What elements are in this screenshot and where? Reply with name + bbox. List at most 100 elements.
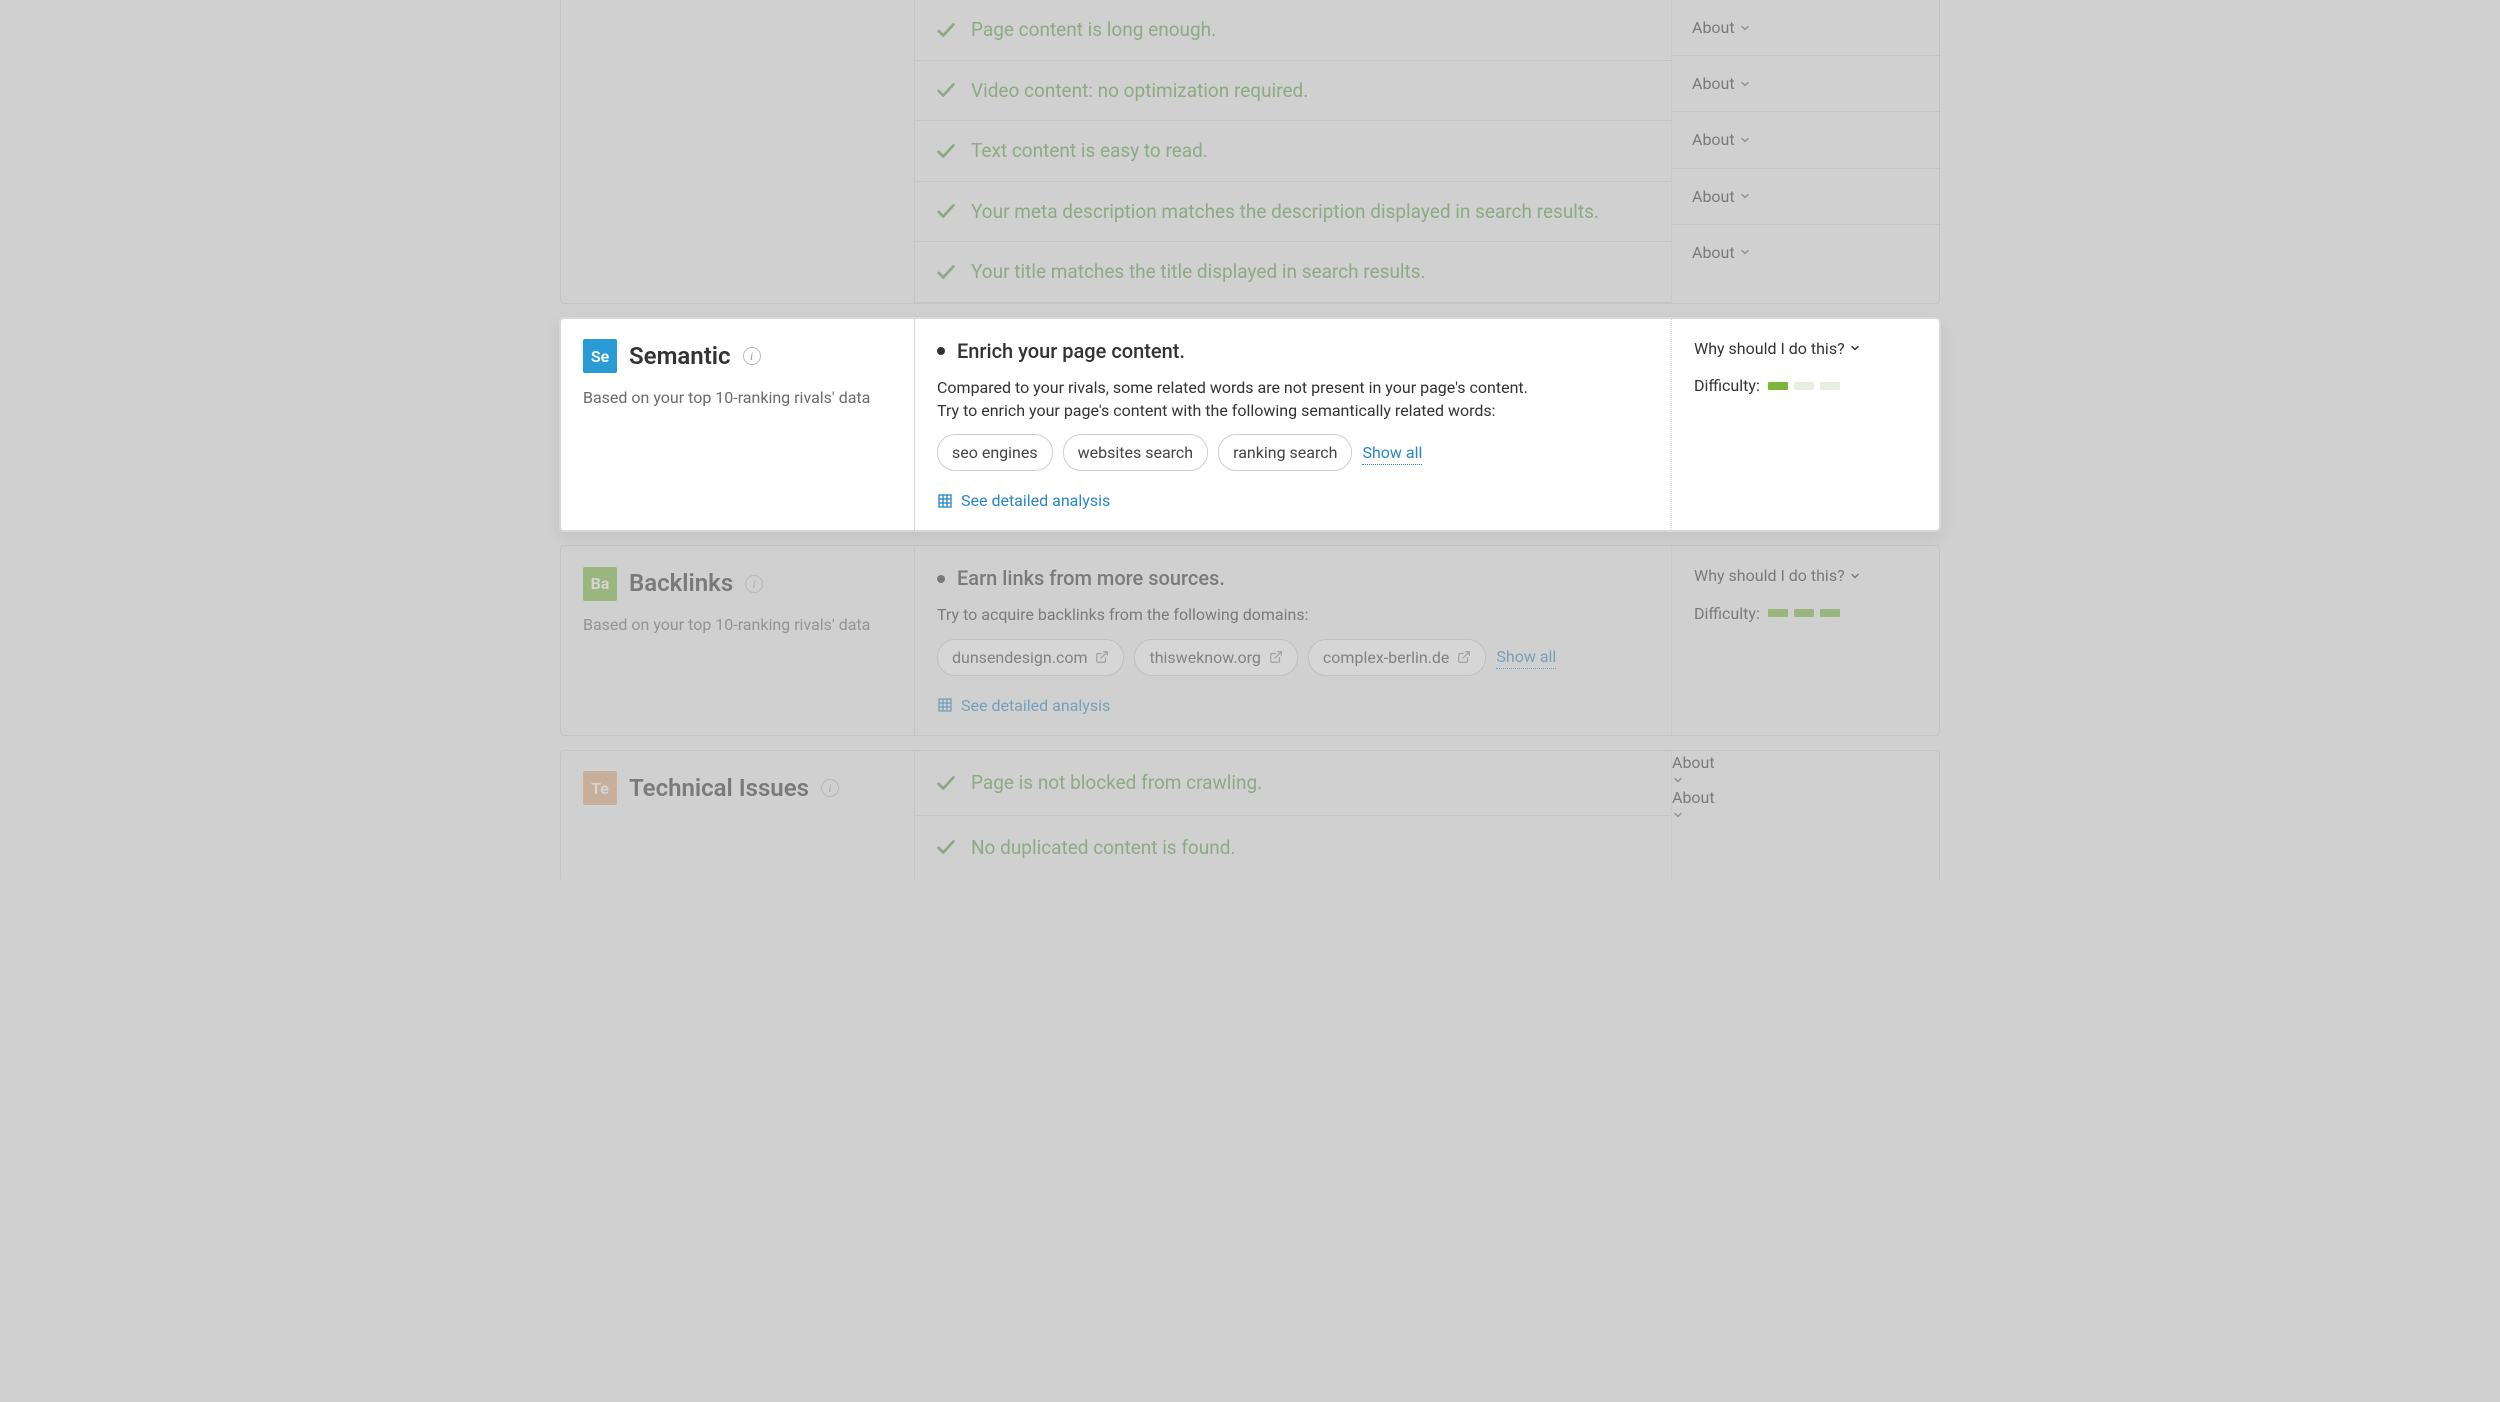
chevron-down-icon: [1672, 774, 1939, 786]
semantic-headline-row: Enrich your page content.: [937, 337, 1649, 366]
backlinks-header: Ba Backlinks i Based on your top 10-rank…: [561, 546, 915, 735]
about-toggle[interactable]: About: [1672, 56, 1939, 112]
check-row: Your title matches the title displayed i…: [915, 242, 1671, 303]
about-label: About: [1692, 128, 1735, 151]
table-icon: [937, 697, 953, 713]
domain-chip[interactable]: complex-berlin.de: [1308, 639, 1486, 676]
check-icon: [935, 200, 957, 222]
backlinks-headline: Earn links from more sources.: [957, 564, 1225, 593]
info-icon[interactable]: i: [821, 779, 839, 797]
chevron-down-icon: [1739, 22, 1751, 34]
about-toggle[interactable]: About: [1672, 751, 1939, 786]
difficulty-bar: [1794, 609, 1814, 617]
bullet-icon: [937, 575, 945, 583]
check-icon: [935, 772, 957, 794]
check-icon: [935, 19, 957, 41]
about-label: About: [1672, 753, 1715, 772]
external-link-icon: [1269, 650, 1283, 664]
technical-checks-list: Page is not blocked from crawling. No du…: [915, 751, 1671, 879]
semantic-chips: seo engines websites search ranking sear…: [937, 434, 1649, 471]
semantic-title: Semantic: [629, 339, 731, 374]
semantic-right: Why should I do this? Difficulty:: [1671, 319, 1939, 531]
check-icon: [935, 836, 957, 858]
semantic-badge: Se: [583, 339, 617, 373]
check-row: Page content is long enough.: [915, 0, 1671, 61]
check-text: Page content is long enough.: [971, 16, 1651, 44]
about-label: About: [1672, 788, 1715, 807]
difficulty-bars: [1768, 609, 1840, 617]
technical-title: Technical Issues: [629, 771, 809, 806]
chevron-down-icon: [1739, 190, 1751, 202]
domain-chip[interactable]: thisweknow.org: [1134, 639, 1297, 676]
check-row: Your meta description matches the descri…: [915, 182, 1671, 243]
check-row: Video content: no optimization required.: [915, 61, 1671, 122]
chip-label: websites search: [1078, 441, 1194, 464]
backlinks-desc: Try to acquire backlinks from the follow…: [937, 603, 1649, 626]
backlinks-badge: Ba: [583, 567, 617, 601]
why-toggle[interactable]: Why should I do this?: [1694, 337, 1917, 360]
bullet-icon: [937, 347, 945, 355]
semantic-card: Se Semantic i Based on your top 10-ranki…: [560, 318, 1940, 532]
about-toggle[interactable]: About: [1672, 169, 1939, 225]
chip-label: seo engines: [952, 441, 1038, 464]
info-icon[interactable]: i: [745, 575, 763, 593]
content-checks-list: Page content is long enough. Video conte…: [915, 0, 1671, 303]
see-detailed-link[interactable]: See detailed analysis: [937, 489, 1649, 512]
check-icon: [935, 79, 957, 101]
keyword-chip[interactable]: ranking search: [1218, 434, 1352, 471]
chevron-down-icon: [1739, 246, 1751, 258]
chip-label: thisweknow.org: [1149, 646, 1260, 669]
keyword-chip[interactable]: websites search: [1063, 434, 1209, 471]
about-toggle[interactable]: About: [1672, 0, 1939, 56]
check-row: Text content is easy to read.: [915, 121, 1671, 182]
content-checks-card: Page content is long enough. Video conte…: [560, 0, 1940, 304]
backlinks-chips: dunsendesign.com thisweknow.org complex-…: [937, 639, 1649, 676]
external-link-icon: [1095, 650, 1109, 664]
difficulty-label: Difficulty:: [1694, 602, 1760, 625]
about-label: About: [1692, 16, 1735, 39]
check-row: No duplicated content is found.: [915, 816, 1671, 880]
check-icon: [935, 140, 957, 162]
rivals-note: Based on your top 10-ranking rivals' dat…: [583, 386, 892, 409]
check-icon: [935, 261, 957, 283]
show-all-link[interactable]: Show all: [1496, 645, 1556, 669]
technical-card: Te Technical Issues i Page is not blocke…: [560, 750, 1940, 879]
external-link-icon: [1457, 650, 1471, 664]
check-text: Page is not blocked from crawling.: [971, 769, 1651, 797]
difficulty-bar: [1820, 609, 1840, 617]
backlinks-headline-row: Earn links from more sources.: [937, 564, 1649, 593]
show-all-link[interactable]: Show all: [1362, 441, 1422, 465]
about-toggle[interactable]: About: [1672, 225, 1939, 280]
check-text: Your title matches the title displayed i…: [971, 258, 1651, 286]
chevron-down-icon: [1849, 342, 1861, 354]
chevron-down-icon: [1739, 78, 1751, 90]
about-label: About: [1692, 72, 1735, 95]
backlinks-card: Ba Backlinks i Based on your top 10-rank…: [560, 545, 1940, 736]
see-detailed-label: See detailed analysis: [961, 489, 1110, 512]
difficulty-bar: [1768, 609, 1788, 617]
content-checks-right: About About About About About: [1671, 0, 1939, 303]
why-toggle[interactable]: Why should I do this?: [1694, 564, 1917, 587]
difficulty-label: Difficulty:: [1694, 374, 1760, 397]
see-detailed-link[interactable]: See detailed analysis: [937, 694, 1649, 717]
technical-right: About About: [1671, 751, 1939, 879]
about-label: About: [1692, 241, 1735, 264]
technical-header: Te Technical Issues i: [561, 751, 915, 879]
why-label: Why should I do this?: [1694, 564, 1845, 587]
check-text: No duplicated content is found.: [971, 834, 1651, 862]
semantic-desc-line: Try to enrich your page's content with t…: [937, 399, 1649, 422]
about-toggle[interactable]: About: [1672, 112, 1939, 168]
why-label: Why should I do this?: [1694, 337, 1845, 360]
semantic-desc-line: Compared to your rivals, some related wo…: [937, 376, 1649, 399]
check-text: Your meta description matches the descri…: [971, 198, 1651, 226]
about-toggle[interactable]: About: [1672, 786, 1939, 821]
keyword-chip[interactable]: seo engines: [937, 434, 1053, 471]
check-row: Page is not blocked from crawling.: [915, 751, 1671, 816]
domain-chip[interactable]: dunsendesign.com: [937, 639, 1124, 676]
see-detailed-label: See detailed analysis: [961, 694, 1110, 717]
difficulty-bar: [1768, 382, 1788, 390]
difficulty-row: Difficulty:: [1694, 602, 1917, 625]
semantic-headline: Enrich your page content.: [957, 337, 1185, 366]
info-icon[interactable]: i: [743, 347, 761, 365]
semantic-desc: Compared to your rivals, some related wo…: [937, 376, 1649, 422]
